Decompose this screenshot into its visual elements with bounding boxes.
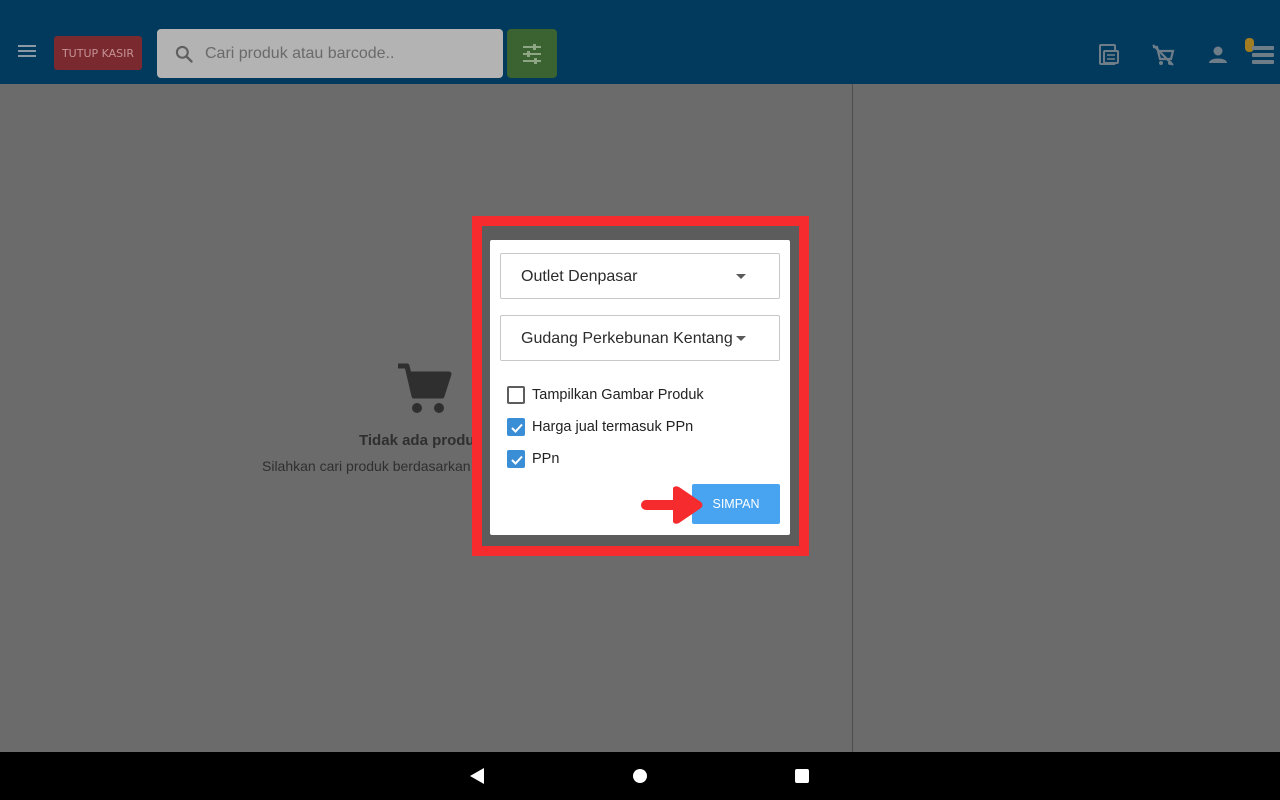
outlet-select-value: Outlet Denpasar (521, 268, 638, 285)
empty-state-title: Tidak ada produk (359, 432, 483, 449)
search-input[interactable] (205, 29, 495, 78)
panel-divider (852, 84, 853, 752)
checkbox-checked[interactable] (507, 418, 525, 436)
checkbox-label: Tampilkan Gambar Produk (532, 387, 704, 403)
tax-checkbox[interactable]: PPn (507, 449, 559, 469)
menu-icon[interactable] (14, 42, 40, 66)
chevron-down-icon (736, 274, 746, 279)
chevron-down-icon (736, 336, 746, 341)
list-icon[interactable] (1250, 42, 1276, 68)
close-register-button[interactable]: TUTUP KASIR (54, 36, 142, 70)
filter-sliders-icon (523, 44, 541, 64)
save-button[interactable]: SIMPAN (692, 484, 780, 524)
home-icon[interactable] (633, 769, 647, 783)
back-icon[interactable] (470, 768, 484, 784)
search-icon (175, 45, 193, 63)
system-nav-bar (0, 752, 1280, 800)
checkbox-label: Harga jual termasuk PPn (532, 419, 694, 435)
person-icon[interactable] (1205, 42, 1231, 68)
checkbox-label: PPn (532, 451, 560, 467)
app-bar: TUTUP KASIR (0, 0, 1280, 84)
warehouse-select-value: Gudang Perkebunan Kentang (521, 330, 733, 347)
receipt-icon[interactable] (1095, 42, 1121, 68)
checkbox-checked[interactable] (507, 450, 525, 468)
show-product-images-checkbox[interactable]: Tampilkan Gambar Produk (507, 385, 704, 405)
warehouse-select[interactable]: Gudang Perkebunan Kentang (500, 315, 780, 361)
price-includes-tax-checkbox[interactable]: Harga jual termasuk PPn (507, 417, 693, 437)
recents-icon[interactable] (795, 769, 809, 783)
outlet-select[interactable]: Outlet Denpasar (500, 253, 780, 299)
filter-button[interactable] (507, 29, 557, 78)
remove-cart-icon[interactable] (1150, 42, 1176, 68)
checkbox-unchecked[interactable] (507, 386, 525, 404)
empty-state-subtitle: Silahkan cari produk berdasarkan (262, 458, 471, 474)
cart-icon (398, 363, 452, 413)
red-arrow-icon (641, 486, 703, 524)
search-box (157, 29, 503, 78)
